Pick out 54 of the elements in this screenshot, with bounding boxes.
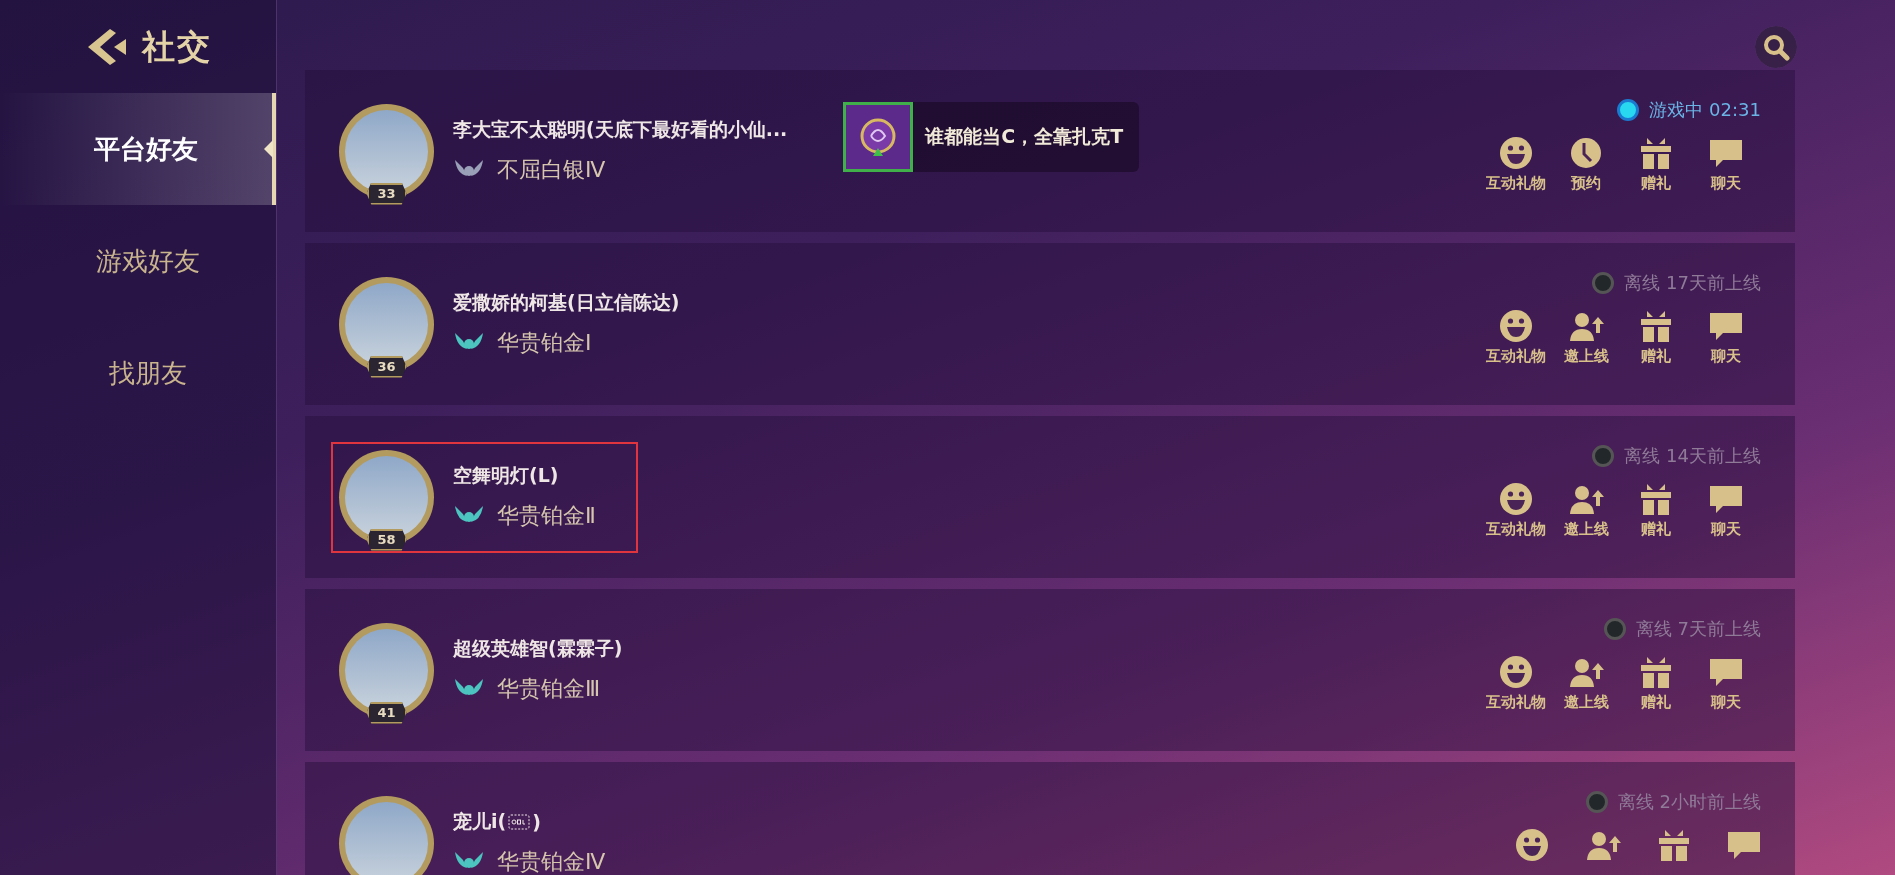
- action-button[interactable]: [1515, 828, 1549, 862]
- status-text: 离线 14天前上线: [1624, 444, 1761, 468]
- action-button[interactable]: 互动礼物: [1481, 136, 1551, 193]
- gift-icon: [1639, 136, 1673, 170]
- friend-name: 宠儿i(: [453, 809, 507, 834]
- action-button[interactable]: 聊天: [1691, 309, 1761, 366]
- friend-name: 超级英雄智(霖霖子): [453, 636, 623, 661]
- smiley-icon: [1499, 136, 1533, 170]
- action-button[interactable]: 邀上线: [1551, 655, 1621, 712]
- action-button[interactable]: 聊天: [1691, 136, 1761, 193]
- action-button[interactable]: 互动礼物: [1481, 655, 1551, 712]
- rank-label: 华贵铂金Ⅲ: [497, 675, 601, 703]
- gift-icon: [1639, 655, 1673, 689]
- status-text: 游戏中 02:31: [1649, 98, 1761, 122]
- friend-name: 空舞明灯(L): [453, 463, 559, 488]
- clock-icon: [1569, 136, 1603, 170]
- action-button[interactable]: [1657, 828, 1691, 862]
- gift-icon: [1639, 482, 1673, 516]
- rank-label: 华贵铂金Ⅰ: [497, 329, 592, 357]
- action-button[interactable]: 邀上线: [1551, 482, 1621, 539]
- action-button[interactable]: 聊天: [1691, 655, 1761, 712]
- rank-label: 华贵铂金Ⅱ: [497, 502, 596, 530]
- action-button[interactable]: 预约: [1551, 136, 1621, 193]
- selection-pointer-icon: [264, 140, 273, 158]
- status-text: 离线 2小时前上线: [1617, 790, 1761, 814]
- back-arrow-icon[interactable]: [86, 27, 128, 67]
- gift-icon: [1639, 309, 1673, 343]
- emblem-icon: [843, 102, 914, 172]
- object-placeholder-icon: [508, 814, 531, 830]
- action-button[interactable]: 聊天: [1691, 482, 1761, 539]
- smiley-icon: [1515, 828, 1549, 862]
- action-button[interactable]: 互动礼物: [1481, 309, 1551, 366]
- page-title: 社交: [142, 25, 212, 68]
- rank-label: 不屈白银Ⅳ: [497, 156, 606, 184]
- action-button[interactable]: 邀上线: [1551, 309, 1621, 366]
- status-text: 离线 17天前上线: [1624, 271, 1761, 295]
- action-button[interactable]: 互动礼物: [1481, 482, 1551, 539]
- friend-name: 爱撒娇的柯基(日立信陈达): [453, 290, 680, 315]
- name-suffix: ): [532, 811, 541, 833]
- action-button[interactable]: 赠礼: [1621, 136, 1691, 193]
- action-button[interactable]: 赠礼: [1621, 655, 1691, 712]
- gift-icon: [1657, 828, 1691, 862]
- sidebar-tab[interactable]: 找朋友: [0, 317, 276, 429]
- badge-text: 谁都能当C，全靠扎克T: [925, 124, 1124, 149]
- search-icon[interactable]: [1755, 26, 1797, 68]
- smiley-icon: [1499, 309, 1533, 343]
- status-text: 离线 7天前上线: [1635, 617, 1761, 641]
- smiley-icon: [1499, 655, 1533, 689]
- smiley-icon: [1499, 482, 1533, 516]
- action-button[interactable]: 赠礼: [1621, 309, 1691, 366]
- rank-label: 华贵铂金Ⅳ: [497, 848, 606, 875]
- action-button[interactable]: 赠礼: [1621, 482, 1691, 539]
- friend-name: 李大宝不太聪明(天底下最好看的小仙...: [453, 117, 788, 142]
- sidebar-tab[interactable]: 游戏好友: [0, 205, 276, 317]
